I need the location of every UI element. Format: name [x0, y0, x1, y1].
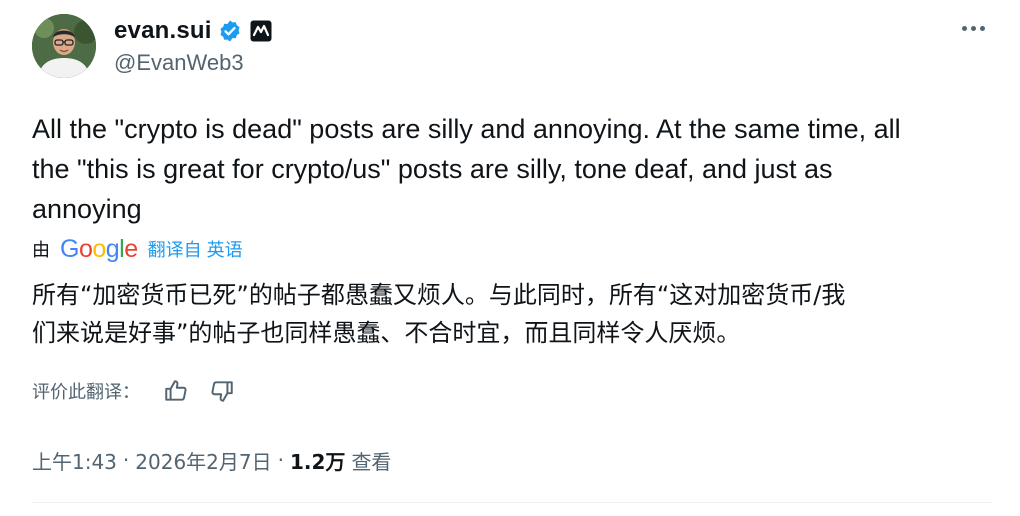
more-options-icon[interactable]	[962, 26, 985, 31]
translated-text: 所有“加密货币已死”的帖子都愚蠢又烦人。与此同时，所有“这对加密货币/我 们来说…	[32, 281, 846, 347]
rate-translation-row: 评价此翻译：	[32, 376, 254, 406]
translated-from-link[interactable]: 翻译自 英语	[148, 236, 243, 262]
tweet-date[interactable]: 2026年2月7日	[135, 446, 271, 475]
translation-prefix: 由	[32, 240, 50, 260]
thumbs-down-icon[interactable]	[208, 377, 236, 405]
rate-translation-label: 评价此翻译：	[32, 382, 140, 403]
tweet-meta: 上午1:43 · 2026年2月7日 · 1.2万 查看	[32, 445, 391, 475]
author-display-name[interactable]: evan.sui	[114, 17, 212, 45]
views-count[interactable]: 1.2万	[290, 446, 345, 475]
affiliate-badge-icon[interactable]	[250, 20, 272, 42]
verified-badge-icon[interactable]	[218, 19, 242, 43]
translation-attribution: 由 Google 翻译自 英语	[32, 234, 243, 264]
divider	[32, 502, 992, 503]
meta-separator: ·	[122, 448, 130, 472]
meta-separator: ·	[277, 448, 284, 472]
tweet-text: All the "crypto is dead" posts are silly…	[32, 114, 901, 224]
author-name-row: evan.sui	[114, 16, 272, 46]
tweet-time[interactable]: 上午1:43	[32, 446, 117, 475]
person-portrait-icon	[32, 14, 96, 78]
author-handle[interactable]: @EvanWeb3	[114, 50, 244, 76]
avatar[interactable]	[32, 14, 96, 78]
views-label[interactable]: 查看	[351, 446, 391, 475]
google-logo: Google	[60, 234, 138, 263]
thumbs-up-icon[interactable]	[162, 377, 190, 405]
